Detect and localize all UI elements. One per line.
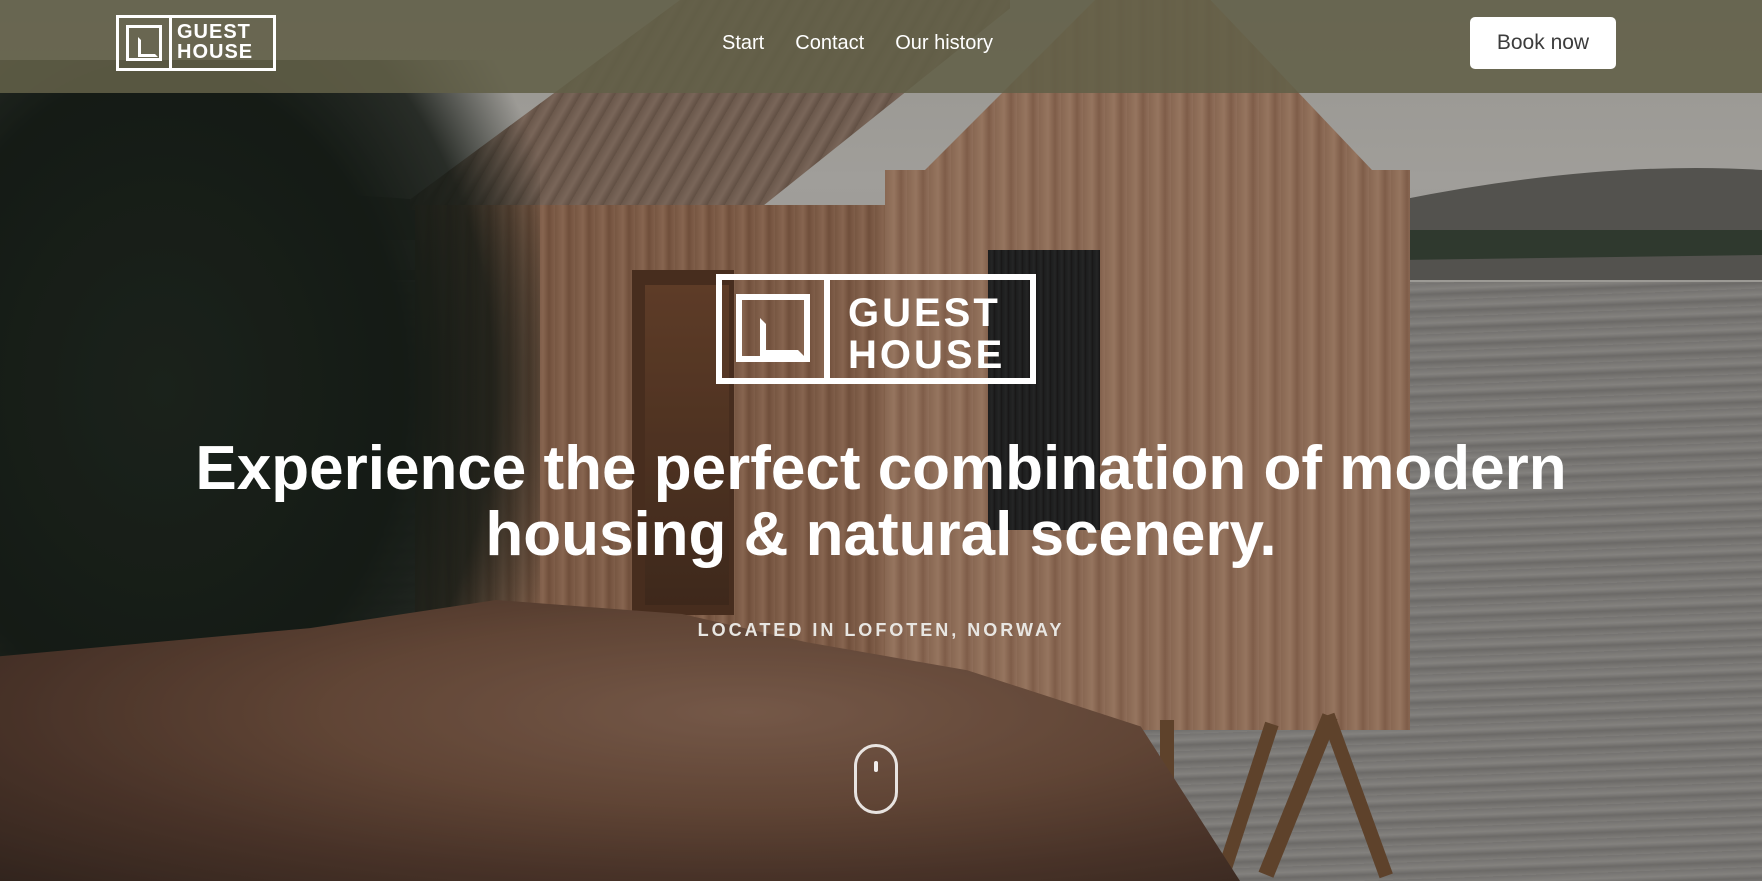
- hero-subheadline: LOCATED IN LOFOTEN, NORWAY: [697, 620, 1065, 640]
- site-header: GUEST HOUSE Start Contact Our history Bo…: [0, 0, 1762, 93]
- logo-line-1: GUEST: [848, 291, 1001, 335]
- logo-g-icon: [126, 25, 162, 61]
- nav-item-start[interactable]: Start: [722, 31, 764, 55]
- logo-text: GUEST HOUSE: [177, 22, 253, 62]
- book-now-button[interactable]: Book now: [1470, 17, 1616, 69]
- logo-divider: [169, 15, 172, 71]
- header-logo[interactable]: GUEST HOUSE: [116, 15, 276, 71]
- nav-item-contact[interactable]: Contact: [795, 31, 864, 55]
- scroll-wheel: [874, 761, 878, 772]
- main-nav: Start Contact Our history: [722, 31, 993, 55]
- logo-divider: [824, 274, 830, 384]
- logo-g-icon: [736, 294, 810, 362]
- mouse-scroll-icon[interactable]: [854, 744, 898, 814]
- logo-line-1: GUEST: [177, 21, 251, 43]
- logo-text: GUEST HOUSE: [848, 292, 1005, 376]
- hero-logo: GUEST HOUSE: [716, 274, 1036, 384]
- logo-line-2: HOUSE: [177, 41, 254, 63]
- nav-item-our-history[interactable]: Our history: [895, 31, 993, 55]
- logo-line-2: HOUSE: [848, 333, 1006, 377]
- hero-headline: Experience the perfect combination of mo…: [195, 434, 1567, 569]
